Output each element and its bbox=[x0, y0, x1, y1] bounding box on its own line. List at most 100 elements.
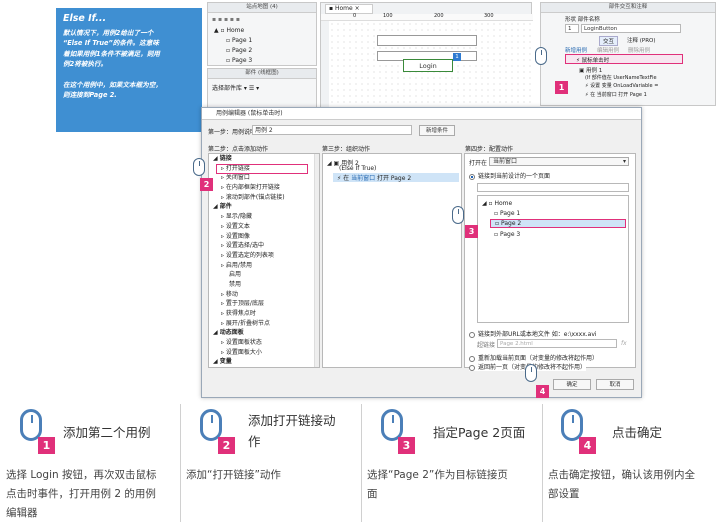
step-number: 3 bbox=[398, 437, 415, 454]
action-item[interactable]: 禁用 bbox=[209, 280, 319, 290]
else-if-note: Else If... 默认情况下，用例2给出了一个 “Else If True”… bbox=[56, 8, 202, 132]
tree-page[interactable]: ▫ Page 3 bbox=[494, 231, 520, 238]
action-item[interactable]: ◢ 动态面板 bbox=[209, 328, 319, 338]
note-line: 着如果用例1条件不被满足，则用 bbox=[63, 49, 160, 58]
step-number: 2 bbox=[218, 437, 235, 454]
mouse-icon bbox=[535, 47, 547, 65]
step-desc: 选择 Login 按钮，再次双击鼠标 bbox=[6, 469, 157, 481]
radio-external-url[interactable]: 链接到外部URL或本地文件 如：e:\xxxx.avi bbox=[469, 329, 597, 338]
action-item[interactable]: ▹ 显示/隐藏 bbox=[209, 212, 319, 222]
sitemap-page[interactable]: ▫ Page 3 bbox=[226, 57, 252, 64]
note-line: 在这个用例中，如果文本框为空， bbox=[63, 80, 162, 89]
step-title: 点击确定 bbox=[612, 425, 663, 440]
dialog-title: 用例编辑器 (鼠标单击时) bbox=[202, 108, 641, 120]
widgets-panel: 部件 (线框图) 选择部件库 ▾ ☰ ▾ bbox=[207, 68, 317, 108]
onclick-event-highlight[interactable]: ⚡ 鼠标单击时 bbox=[565, 54, 683, 64]
note-line: 例2将被执行。 bbox=[63, 60, 108, 68]
step-title: 添加第二个用例 bbox=[63, 425, 151, 440]
tree-page-selected[interactable]: ▫ Page 2 bbox=[490, 219, 626, 228]
step-desc: 编辑器 bbox=[6, 507, 38, 519]
tree-page[interactable]: ▫ Page 1 bbox=[494, 210, 520, 217]
action-item[interactable]: ▹ 滚动到部件(锚点链接) bbox=[209, 193, 319, 203]
step-badge-4: 4 bbox=[536, 385, 549, 398]
radio-link-page[interactable]: 链接到当前设计的一个页面 bbox=[469, 171, 550, 180]
open-in-label: 打开在 bbox=[469, 160, 488, 167]
action-item[interactable]: ◢ 部件 bbox=[209, 202, 319, 212]
action-item[interactable]: ▹ 在内部框架打开链接 bbox=[209, 183, 319, 193]
action-item[interactable]: ▹ 启用/禁用 bbox=[209, 261, 319, 271]
login-button[interactable]: Login bbox=[403, 59, 453, 72]
step-title: 作 bbox=[248, 434, 261, 449]
action-item[interactable]: ▹ 设置文本 bbox=[209, 222, 319, 232]
hyperlink-input[interactable]: Page 2.html bbox=[497, 339, 617, 348]
divider bbox=[361, 404, 362, 522]
delete-case-link[interactable]: 删除用例 bbox=[628, 46, 650, 54]
action-item[interactable]: ▹ 关闭窗口 bbox=[209, 173, 319, 183]
step-number: 1 bbox=[38, 437, 55, 454]
organize-actions-pane: ◢ ▣ 用例 2 (Else If True) ⚡ 在 当前窗口 打开 Page… bbox=[322, 153, 462, 368]
tab-notes[interactable]: 注释 (PRO) bbox=[627, 36, 656, 44]
action-item[interactable]: ▹ 获得焦点时 bbox=[209, 309, 319, 319]
step-title: 添加打开链接动 bbox=[248, 413, 336, 428]
step-badge-3: 3 bbox=[465, 225, 478, 238]
open-link-highlight bbox=[216, 164, 308, 174]
step1-label: 第一步：用例说明 bbox=[208, 129, 257, 136]
case-name-field[interactable]: 用例 2 bbox=[252, 125, 412, 135]
shape-field[interactable]: 1 bbox=[565, 24, 579, 33]
step-badge-2: 2 bbox=[200, 178, 213, 191]
step-desc: 点击时事件，打开用例 2 的用例 bbox=[6, 488, 156, 500]
step3-label: 第三步：组织动作 bbox=[322, 146, 371, 153]
open-in-select[interactable]: 当前窗口 ▾ bbox=[489, 157, 629, 166]
sitemap-page[interactable]: ▫ Page 1 bbox=[226, 37, 252, 44]
action-item[interactable]: ▹ 设置面板状态 bbox=[209, 338, 319, 348]
tab-interactions[interactable]: 交互 bbox=[599, 36, 619, 46]
note-line: “Else If True”的条件。这意味 bbox=[63, 39, 159, 47]
case1-label[interactable]: ▣ 用例 1 bbox=[579, 66, 602, 74]
widget-library-select[interactable]: 选择部件库 ▾ ☰ ▾ bbox=[212, 83, 259, 92]
widget-name-field[interactable]: LoginButton bbox=[581, 24, 681, 33]
case1-action: ⚡ 在 当前窗口 打开 Page 1 bbox=[585, 92, 647, 98]
cancel-button[interactable]: 取消 bbox=[596, 379, 634, 390]
actions-scrollbar[interactable] bbox=[314, 154, 319, 367]
step-desc: 添加“打开链接”动作 bbox=[186, 469, 281, 481]
shape-name-label: 形状 部件名称 bbox=[565, 17, 600, 23]
radio-reload[interactable]: 重新加载当前页面（对变量的修改将起作用） bbox=[469, 353, 598, 362]
action-item[interactable]: ◢ 变量 bbox=[209, 357, 319, 367]
design-canvas[interactable]: Login 1 bbox=[329, 21, 533, 109]
add-case-link[interactable]: 新增用例 bbox=[565, 46, 587, 54]
action-item[interactable]: ▹ 置于顶层/底层 bbox=[209, 299, 319, 309]
ruler-tick: 300 bbox=[484, 13, 494, 19]
fx-button[interactable]: fx bbox=[621, 340, 627, 347]
org-action[interactable]: ⚡ 在 当前窗口 打开 Page 2 bbox=[333, 173, 459, 182]
sitemap-home[interactable]: ▲ ▫ Home bbox=[214, 27, 244, 34]
case1-condition: (If 部件值在 UserNameTextFie bbox=[585, 75, 657, 81]
action-item[interactable]: 启用 bbox=[209, 270, 319, 280]
sitemap-title: 站点地图 (4) bbox=[208, 3, 316, 13]
action-item[interactable]: ▹ 移动 bbox=[209, 290, 319, 300]
action-item[interactable]: ▹ 设置选定的列表项 bbox=[209, 251, 319, 261]
page-tree: ◢ ▫ Home ▫ Page 1 ▫ Page 2 ▫ Page 3 bbox=[477, 195, 629, 323]
action-item[interactable]: ◢ 链接 bbox=[209, 154, 319, 164]
page-search-input[interactable] bbox=[477, 183, 629, 192]
ok-button[interactable]: 确定 bbox=[553, 379, 591, 390]
action-item[interactable]: ▹ 展开/折叠树节点 bbox=[209, 319, 319, 329]
ruler-tick: 0 bbox=[353, 13, 357, 19]
inspector-title: 部件交互和注释 bbox=[541, 3, 715, 13]
mouse-icon bbox=[525, 364, 537, 382]
mouse-icon bbox=[193, 158, 205, 176]
action-item[interactable]: ▹ 设置选择/选中 bbox=[209, 241, 319, 251]
step2-label: 第二步：点击添加动作 bbox=[208, 146, 269, 153]
add-condition-button[interactable]: 新增条件 bbox=[419, 125, 455, 136]
edit-case-link[interactable]: 编辑用例 bbox=[597, 46, 619, 54]
step-desc: 选择“Page 2”作为目标链接页 bbox=[367, 469, 508, 481]
username-textfield[interactable] bbox=[377, 35, 477, 46]
tree-home[interactable]: ◢ ▫ Home bbox=[482, 200, 512, 207]
sitemap-toolbar: ▪ ▪ ▪ ▪ ▪ bbox=[212, 16, 240, 23]
sitemap-page[interactable]: ▫ Page 2 bbox=[226, 47, 252, 54]
note-line: 默认情况下，用例2给出了一个 bbox=[63, 28, 154, 37]
divider bbox=[542, 404, 543, 522]
actions-list: ◢ 链接 ▹ 打开链接 ▹ 关闭窗口 ▹ 在内部框架打开链接 ▹ 滚动到部件(锚点链接)… bbox=[209, 154, 319, 367]
tab-home[interactable]: ▪ Home × bbox=[325, 4, 373, 14]
action-item[interactable]: ▹ 设置图像 bbox=[209, 232, 319, 242]
action-item[interactable]: ▹ 设置面板大小 bbox=[209, 348, 319, 358]
